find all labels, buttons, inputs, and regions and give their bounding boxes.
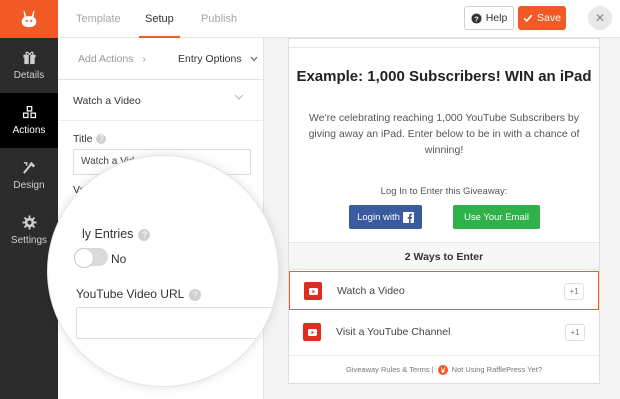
subtab-entry-options[interactable]: Entry Options (178, 38, 258, 80)
giveaway-title: Example: 1,000 Subscribers! WIN an iPad (296, 68, 592, 85)
svg-text:?: ? (474, 14, 479, 23)
youtube-url-input[interactable] (76, 307, 278, 339)
entry-points-badge: +1 (565, 324, 585, 341)
panel-subtabs: Add Actions › Entry Options (58, 38, 264, 80)
youtube-url-label-text: YouTube Video URL (76, 287, 185, 301)
gift-icon (22, 51, 36, 65)
facebook-login-button[interactable]: Login with (349, 205, 422, 229)
entry-visit-channel[interactable]: Visit a YouTube Channel +1 (289, 313, 599, 352)
entry-watch-video[interactable]: Watch a Video +1 (289, 271, 599, 310)
youtube-icon (304, 282, 322, 300)
help-icon: ? (138, 228, 151, 241)
subtab-entry-options-label: Entry Options (178, 53, 242, 65)
chevron-right-icon: › (142, 53, 146, 65)
rabbit-logo-icon (21, 10, 37, 28)
save-label: Save (537, 12, 561, 24)
card-footer: Giveaway Rules & Terms | Not Using Raffl… (289, 355, 599, 383)
daily-entries-toggle[interactable] (74, 248, 108, 268)
entry-label: Visit a YouTube Channel (336, 326, 451, 338)
nav-label-settings: Settings (10, 235, 48, 246)
title-field-label: Title? (73, 133, 107, 145)
help-icon: ? (96, 134, 107, 145)
close-icon[interactable]: ✕ (588, 6, 612, 30)
section-title: Watch a Video (73, 95, 141, 107)
facebook-login-label: Login with (357, 211, 400, 223)
facebook-icon (402, 211, 414, 223)
checkmark-icon (523, 14, 533, 23)
help-icon: ? (189, 288, 202, 301)
toggle-state-label: No (111, 252, 127, 266)
giveaway-description: We're celebrating reaching 1,000 YouTube… (308, 112, 580, 156)
section-chevron-down-icon[interactable] (234, 94, 244, 101)
chevron-down-icon (250, 56, 258, 62)
brush-icon (22, 161, 35, 174)
promo-link[interactable]: Not Using RafflePress Yet? (452, 365, 542, 374)
giveaway-preview-card: Example: 1,000 Subscribers! WIN an iPad … (288, 38, 600, 384)
daily-entries-label: ly Entries? (82, 227, 151, 241)
youtube-url-label: YouTube Video URL? (76, 287, 202, 301)
question-circle-icon: ? (471, 12, 482, 24)
email-entry-button[interactable]: Use Your Email (453, 205, 540, 229)
cubes-icon (22, 105, 36, 119)
tab-setup[interactable]: Setup (139, 0, 180, 38)
rafflepress-logo[interactable] (0, 0, 58, 38)
save-button[interactable]: Save (518, 6, 566, 30)
help-label: Help (485, 12, 508, 24)
subtab-add-actions[interactable]: Add Actions › (78, 38, 146, 80)
divider (58, 120, 264, 121)
gear-icon (21, 215, 37, 230)
top-bar: Template Setup Publish ? Help Save ✕ (0, 0, 620, 38)
login-prompt: Log In to Enter this Giveaway: (380, 186, 508, 197)
rafflepress-mini-logo-icon (437, 364, 448, 375)
title-label-text: Title (73, 133, 93, 145)
youtube-icon (303, 323, 321, 341)
rules-link[interactable]: Giveaway Rules & Terms | (346, 365, 434, 374)
tab-template[interactable]: Template (76, 0, 121, 38)
daily-entries-text: ly Entries (82, 227, 134, 241)
entry-points-badge: +1 (564, 283, 584, 300)
nav-item-details[interactable]: Details (0, 38, 58, 93)
help-button[interactable]: ? Help (464, 6, 514, 30)
nav-label-actions: Actions (12, 125, 46, 136)
card-top-strip (289, 39, 599, 48)
entry-label: Watch a Video (337, 285, 405, 297)
nav-item-actions[interactable]: Actions (0, 93, 58, 148)
tab-publish[interactable]: Publish (201, 0, 237, 38)
nav-label-details: Details (13, 70, 45, 81)
ways-to-enter-heading: 2 Ways to Enter (289, 242, 599, 270)
magnifier-overlay: ly Entries? No YouTube Video URL? (47, 155, 279, 387)
nav-label-design: Design (13, 180, 45, 191)
subtab-add-actions-label: Add Actions (78, 53, 134, 65)
